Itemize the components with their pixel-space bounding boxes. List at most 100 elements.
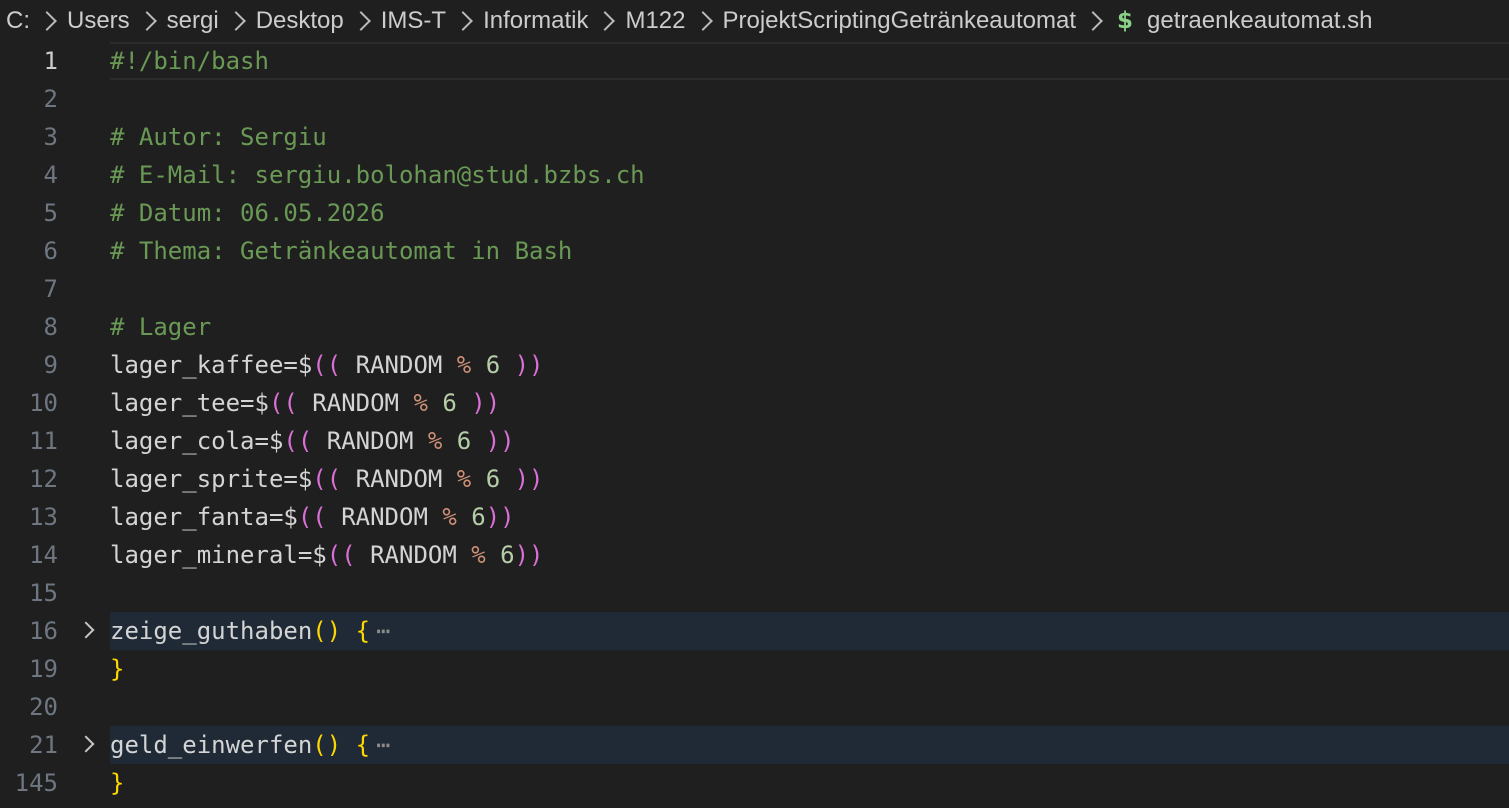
- line-number: 1: [43, 47, 58, 75]
- line-number: 2: [43, 85, 58, 113]
- brace-close: }: [110, 769, 125, 797]
- variable-assignment: lager_fanta=$: [110, 503, 298, 531]
- line-number: 10: [29, 389, 58, 417]
- chevron-right-icon: [350, 11, 371, 31]
- variable-assignment: lager_sprite=$: [110, 465, 313, 493]
- line-number: 5: [43, 199, 58, 227]
- code-line[interactable]: 12 lager_sprite=$(( RANDOM % 6 )): [0, 460, 1509, 498]
- chevron-right-icon: [692, 11, 713, 31]
- code-line[interactable]: 4 # E-Mail: sergiu.bolohan@stud.bzbs.ch: [0, 156, 1509, 194]
- folded-ellipsis-icon[interactable]: ⋯: [376, 617, 390, 645]
- operator: %: [442, 503, 457, 531]
- code-line[interactable]: 13 lager_fanta=$(( RANDOM % 6)): [0, 498, 1509, 536]
- fold-chevron-icon[interactable]: [77, 735, 95, 753]
- breadcrumb-item-ims-t[interactable]: IMS-T: [381, 7, 446, 35]
- code-line[interactable]: 11 lager_cola=$(( RANDOM % 6 )): [0, 422, 1509, 460]
- code-line[interactable]: 1 #!/bin/bash: [0, 42, 1509, 80]
- code-text: lager_fanta=$(( RANDOM % 6)): [110, 498, 1509, 536]
- bracket-close: )): [514, 351, 544, 379]
- code-line-folded[interactable]: 21 geld_einwerfen() {⋯: [0, 726, 1509, 764]
- expression: RANDOM: [297, 389, 414, 417]
- function-parens: (): [312, 731, 342, 759]
- code-text: geld_einwerfen() {⋯: [110, 726, 1509, 764]
- code-line[interactable]: 6 # Thema: Getränkeautomat in Bash: [0, 232, 1509, 270]
- function-name: geld_einwerfen: [110, 731, 313, 759]
- expression: RANDOM: [355, 541, 472, 569]
- bracket-open: ((: [297, 503, 327, 531]
- code-line[interactable]: 20: [0, 688, 1509, 726]
- brace-open: {: [355, 731, 371, 759]
- operator: %: [413, 389, 428, 417]
- function-parens: (): [312, 617, 342, 645]
- code-line[interactable]: 10 lager_tee=$(( RANDOM % 6 )): [0, 384, 1509, 422]
- code-line[interactable]: 14 lager_mineral=$(( RANDOM % 6)): [0, 536, 1509, 574]
- chevron-right-icon: [595, 11, 616, 31]
- line-number: 15: [29, 579, 58, 607]
- line-number: 6: [43, 237, 58, 265]
- folded-ellipsis-icon[interactable]: ⋯: [376, 731, 390, 759]
- breadcrumb-item-informatik[interactable]: Informatik: [483, 7, 588, 35]
- code-text: }: [110, 650, 1509, 688]
- chevron-right-icon: [1083, 11, 1103, 31]
- code-text: # Datum: 06.05.2026: [110, 199, 385, 227]
- line-number: 19: [29, 655, 58, 683]
- breadcrumb-item-project[interactable]: ProjektScriptingGetränkeautomat: [723, 7, 1077, 35]
- code-line[interactable]: 15: [0, 574, 1509, 612]
- number: 6: [471, 465, 515, 493]
- number: 6: [456, 503, 486, 531]
- code-text: zeige_guthaben() {⋯: [110, 612, 1509, 650]
- code-line[interactable]: 3 # Autor: Sergiu: [0, 118, 1509, 156]
- code-text: #!/bin/bash: [110, 42, 1509, 80]
- code-text: # Thema: Getränkeautomat in Bash: [110, 237, 573, 265]
- expression: RANDOM: [312, 427, 428, 455]
- code-line[interactable]: 9 lager_kaffee=$(( RANDOM % 6 )): [0, 346, 1509, 384]
- code-text: # Lager: [110, 313, 212, 341]
- breadcrumb-item-sergi[interactable]: sergi: [167, 7, 219, 35]
- bracket-open: ((: [312, 351, 342, 379]
- line-number: 11: [29, 427, 58, 455]
- line-number: 20: [29, 693, 58, 721]
- line-number: 12: [29, 465, 58, 493]
- breadcrumb-item-m122[interactable]: M122: [625, 7, 685, 35]
- breadcrumb-item-desktop[interactable]: Desktop: [256, 7, 344, 35]
- code-line-folded[interactable]: 16 zeige_guthaben() {⋯: [0, 612, 1509, 650]
- code-text: lager_kaffee=$(( RANDOM % 6 )): [110, 346, 1509, 384]
- code-line[interactable]: 8 # Lager: [0, 308, 1509, 346]
- code-line[interactable]: 19 }: [0, 650, 1509, 688]
- breadcrumb-item-drive[interactable]: C:: [6, 7, 30, 35]
- code-line[interactable]: 2: [0, 80, 1509, 118]
- fold-chevron-icon[interactable]: [77, 621, 95, 639]
- breadcrumb-item-file[interactable]: getraenkeautomat.sh: [1147, 7, 1372, 35]
- bracket-open: ((: [312, 465, 342, 493]
- expression: RANDOM: [341, 351, 457, 379]
- variable-assignment: lager_cola=$: [110, 427, 284, 455]
- bracket-close: )): [514, 465, 544, 493]
- expression: RANDOM: [326, 503, 443, 531]
- chevron-right-icon: [453, 11, 473, 31]
- operator: %: [471, 541, 486, 569]
- shell-script-icon: $: [1117, 8, 1134, 34]
- function-name: zeige_guthaben: [110, 617, 313, 645]
- breadcrumb-item-users[interactable]: Users: [67, 7, 130, 35]
- variable-assignment: lager_kaffee=$: [110, 351, 313, 379]
- code-text: # E-Mail: sergiu.bolohan@stud.bzbs.ch: [110, 161, 645, 189]
- code-text: # Autor: Sergiu: [110, 123, 327, 151]
- expression: RANDOM: [341, 465, 457, 493]
- code-text: }: [110, 764, 1509, 802]
- line-number: 21: [29, 731, 58, 759]
- line-number: 7: [43, 275, 58, 303]
- number: 6: [427, 389, 472, 417]
- code-line[interactable]: 145 }: [0, 764, 1509, 802]
- line-number: 145: [14, 769, 58, 797]
- operator: %: [456, 351, 472, 379]
- number: 6: [471, 351, 515, 379]
- bracket-close: )): [485, 427, 515, 455]
- breadcrumb: C: Users sergi Desktop IMS-T Informatik …: [0, 0, 1509, 42]
- variable-assignment: lager_mineral=$: [110, 541, 327, 569]
- code-editor[interactable]: 1 #!/bin/bash 2 3 # Autor: Sergiu 4 # E-…: [0, 42, 1509, 808]
- code-text: lager_tee=$(( RANDOM % 6 )): [110, 384, 1509, 422]
- code-line[interactable]: 5 # Datum: 06.05.2026: [0, 194, 1509, 232]
- code-line[interactable]: 7: [0, 270, 1509, 308]
